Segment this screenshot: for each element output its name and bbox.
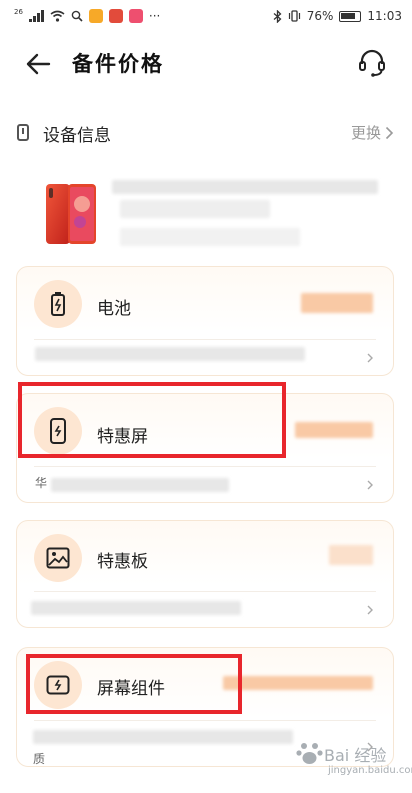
search-icon	[71, 10, 83, 22]
phone-product-image	[46, 184, 96, 244]
battery-percent: 76%	[306, 9, 334, 23]
status-right: 76% 11:03	[273, 9, 402, 23]
device-info-label: 设备信息	[43, 126, 111, 146]
highlight-box-discount-screen	[18, 382, 286, 458]
part-card-battery[interactable]: 电池	[16, 266, 394, 376]
chevron-right-icon[interactable]	[365, 480, 375, 490]
customer-service-icon[interactable]	[358, 48, 386, 78]
more-notifications-icon: ···	[148, 9, 161, 23]
part-name: 特惠板	[97, 552, 148, 572]
divider	[34, 591, 376, 592]
device-info-icon	[17, 124, 29, 141]
part-footer-text: 华	[35, 476, 48, 490]
price-blurred	[301, 293, 373, 313]
part-detail-blurred	[31, 601, 241, 615]
price-blurred	[223, 676, 373, 690]
device-spec-blurred	[120, 228, 300, 246]
part-name: 电池	[97, 299, 131, 319]
battery-icon	[34, 280, 82, 328]
heart-app-icon	[128, 9, 143, 23]
status-left: 26 ···	[14, 8, 161, 23]
vibrate-icon	[288, 10, 300, 22]
device-name-blurred	[112, 180, 378, 194]
part-card-discount-board[interactable]: 特惠板	[16, 520, 394, 628]
part-detail-blurred	[33, 730, 293, 744]
chevron-right-icon[interactable]	[365, 353, 375, 363]
image-icon	[34, 534, 82, 582]
change-device-label: 更换	[350, 124, 381, 142]
chevron-right-icon	[385, 126, 394, 139]
divider	[34, 339, 376, 340]
paw-logo-icon	[296, 743, 323, 764]
part-footer-text: 质	[33, 752, 46, 766]
watermark-url: jingyan.baidu.com	[328, 765, 412, 776]
clock: 11:03	[367, 9, 402, 23]
watermark-title: Bai 经验	[324, 746, 387, 765]
chevron-right-icon[interactable]	[365, 605, 375, 615]
signal-icon	[28, 10, 44, 22]
part-detail-blurred	[35, 347, 305, 361]
bluetooth-icon	[273, 9, 282, 23]
price-blurred	[329, 545, 373, 565]
part-detail-blurred	[51, 478, 229, 492]
change-device-link[interactable]: 更换	[351, 122, 394, 143]
device-info-row: 设备信息 更换	[0, 116, 412, 150]
divider	[34, 720, 376, 721]
highlight-box-screen-assembly	[26, 654, 242, 714]
wifi-icon	[50, 10, 65, 22]
device-model-blurred	[120, 200, 270, 218]
news-app-icon	[108, 9, 123, 23]
back-arrow-icon[interactable]	[24, 50, 52, 78]
top-bar: 备件价格	[0, 32, 412, 96]
price-blurred	[295, 422, 373, 438]
baidu-jingyan-watermark: Bai 经验 jingyan.baidu.com	[294, 736, 412, 790]
status-bar: 26 ··· 76% 11:03	[0, 0, 412, 32]
divider	[34, 466, 376, 467]
network-label: 26	[14, 8, 23, 16]
page-title: 备件价格	[72, 52, 164, 76]
video-app-icon	[88, 9, 103, 23]
battery-status-icon	[339, 10, 362, 22]
